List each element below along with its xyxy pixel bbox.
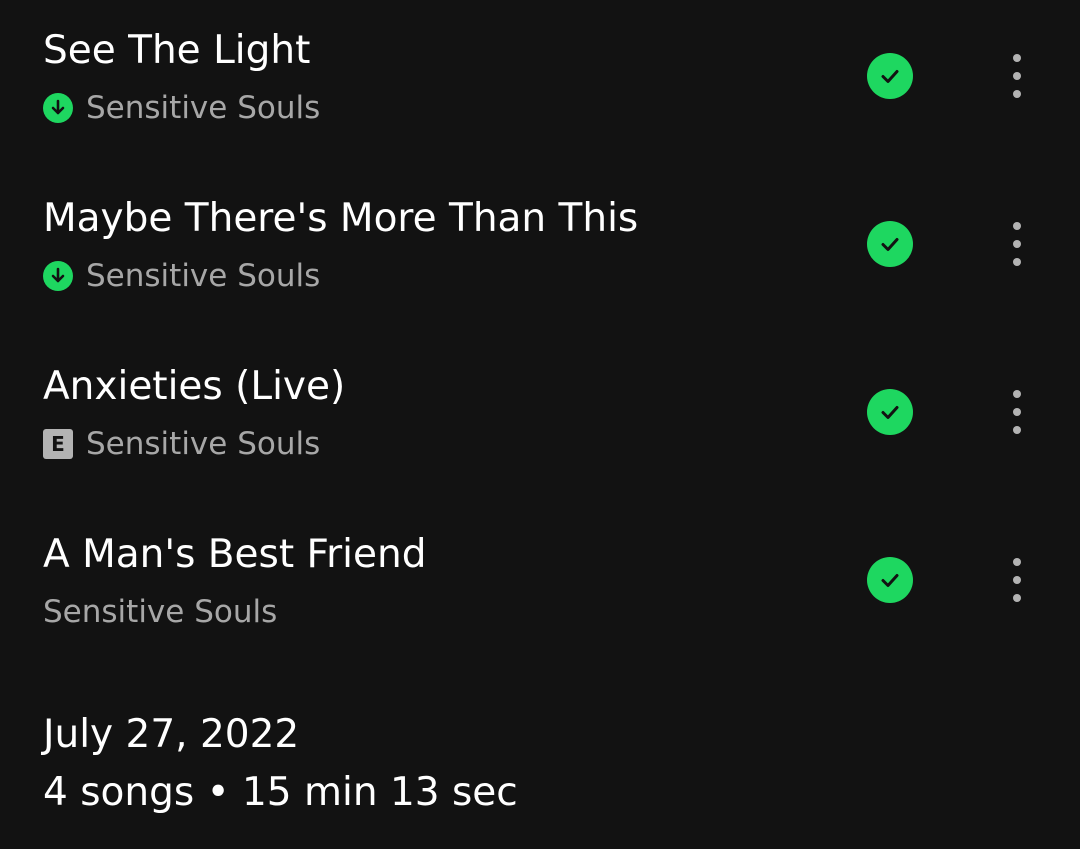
saved-check-icon[interactable] (867, 557, 913, 603)
saved-check-icon[interactable] (867, 389, 913, 435)
more-options-icon[interactable] (996, 48, 1038, 104)
download-arrow-icon (43, 93, 73, 123)
track-subtitle: Sensitive Souls (43, 256, 320, 296)
more-options-icon[interactable] (996, 384, 1038, 440)
track-subtitle: E Sensitive Souls (43, 424, 320, 464)
track-row[interactable]: See The Light Sensitive Souls (0, 0, 1080, 150)
track-row[interactable]: Anxieties (Live) E Sensitive Souls (0, 336, 1080, 486)
track-artist: Sensitive Souls (86, 258, 321, 294)
track-artist: Sensitive Souls (43, 594, 278, 630)
track-artist: Sensitive Souls (86, 90, 321, 126)
track-title: Maybe There's More Than This (43, 196, 639, 241)
more-options-icon[interactable] (996, 216, 1038, 272)
track-title: See The Light (43, 28, 311, 73)
download-arrow-icon (43, 261, 73, 291)
release-date: July 27, 2022 (43, 712, 300, 757)
explicit-badge-icon: E (43, 429, 73, 459)
track-row[interactable]: A Man's Best Friend Sensitive Souls (0, 504, 1080, 654)
saved-check-icon[interactable] (867, 221, 913, 267)
track-row[interactable]: Maybe There's More Than This Sensitive S… (0, 168, 1080, 318)
track-artist: Sensitive Souls (86, 426, 321, 462)
saved-check-icon[interactable] (867, 53, 913, 99)
more-options-icon[interactable] (996, 552, 1038, 608)
track-subtitle: Sensitive Souls (43, 592, 277, 632)
track-title: Anxieties (Live) (43, 364, 346, 409)
track-subtitle: Sensitive Souls (43, 88, 320, 128)
track-title: A Man's Best Friend (43, 532, 427, 577)
album-stats: 4 songs • 15 min 13 sec (43, 770, 518, 815)
